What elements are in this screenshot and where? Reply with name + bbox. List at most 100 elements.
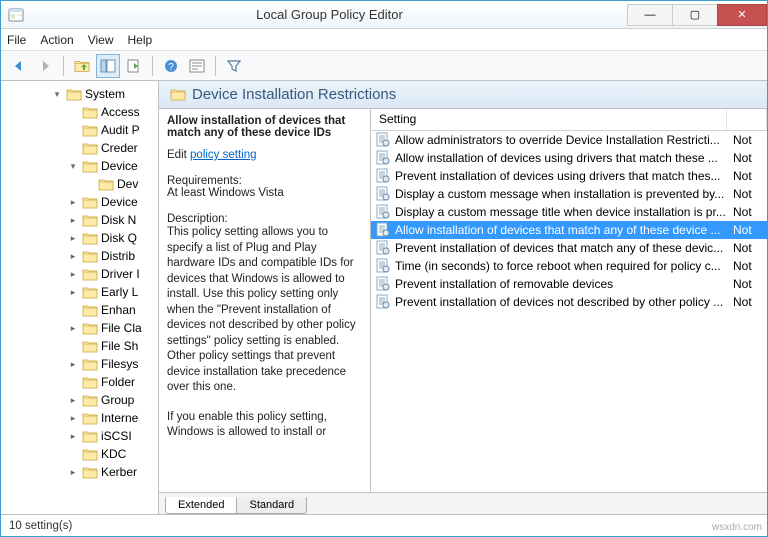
setting-row[interactable]: Allow installation of devices using driv… xyxy=(371,149,767,167)
tab-standard[interactable]: Standard xyxy=(236,497,307,514)
back-button[interactable] xyxy=(7,54,31,78)
setting-state: Not xyxy=(733,277,767,291)
tree-item[interactable]: ▾System xyxy=(1,85,158,103)
settings-list-pane: Setting Allow administrators to override… xyxy=(371,109,767,492)
setting-state: Not xyxy=(733,205,767,219)
tree-item[interactable]: Creder xyxy=(1,139,158,157)
tree-item[interactable]: Folder xyxy=(1,373,158,391)
expand-icon[interactable]: ▸ xyxy=(67,197,79,208)
expand-icon[interactable]: ▸ xyxy=(67,395,79,406)
folder-icon xyxy=(82,376,98,389)
tree-item[interactable]: ▸Interne xyxy=(1,409,158,427)
tree-item-label: Driver I xyxy=(101,267,140,281)
help-button[interactable]: ? xyxy=(159,54,183,78)
show-hide-tree-button[interactable] xyxy=(96,54,120,78)
menu-help[interactable]: Help xyxy=(128,33,153,47)
menu-file[interactable]: File xyxy=(7,33,26,47)
tree-item-label: Distrib xyxy=(101,249,135,263)
status-text: 10 setting(s) xyxy=(9,520,72,532)
expand-icon[interactable]: ▸ xyxy=(67,215,79,226)
tree-item[interactable]: ▸iSCSI xyxy=(1,427,158,445)
folder-icon xyxy=(98,178,114,191)
tree-item[interactable]: Access xyxy=(1,103,158,121)
policy-icon xyxy=(375,150,391,166)
tree-item[interactable]: ▾Device xyxy=(1,157,158,175)
filter-button[interactable] xyxy=(222,54,246,78)
tree-item-label: Group xyxy=(101,393,134,407)
setting-row[interactable]: Prevent installation of devices using dr… xyxy=(371,167,767,185)
tree-item[interactable]: ▸Kerber xyxy=(1,463,158,481)
folder-icon xyxy=(82,214,98,227)
setting-label: Allow installation of devices that match… xyxy=(395,223,733,237)
tree-item[interactable]: ▸File Cla xyxy=(1,319,158,337)
tree-item[interactable]: Dev xyxy=(1,175,158,193)
menu-action[interactable]: Action xyxy=(40,33,73,47)
expand-icon[interactable]: ▸ xyxy=(67,413,79,424)
tree-item[interactable]: Enhan xyxy=(1,301,158,319)
up-button[interactable] xyxy=(70,54,94,78)
setting-label: Prevent installation of devices that mat… xyxy=(395,241,733,255)
properties-button[interactable] xyxy=(185,54,209,78)
setting-state: Not xyxy=(733,259,767,273)
tree-item-label: Early L xyxy=(101,285,138,299)
tree-item[interactable]: ▸ Driver I xyxy=(1,265,158,283)
edit-policy-link[interactable]: policy setting xyxy=(190,149,256,161)
folder-icon xyxy=(66,88,82,101)
expand-icon[interactable]: ▸ xyxy=(67,359,79,370)
tree-item[interactable]: ▸Device xyxy=(1,193,158,211)
close-button[interactable]: ✕ xyxy=(717,4,767,26)
expand-icon[interactable]: ▸ xyxy=(67,233,79,244)
expand-icon[interactable]: ▸ xyxy=(67,251,79,262)
forward-button[interactable] xyxy=(33,54,57,78)
content-title: Device Installation Restrictions xyxy=(192,86,396,103)
policy-icon xyxy=(375,204,391,220)
setting-row[interactable]: Display a custom message title when devi… xyxy=(371,203,767,221)
setting-row[interactable]: Display a custom message when installati… xyxy=(371,185,767,203)
tree-item-label: File Sh xyxy=(101,339,138,353)
setting-label: Prevent installation of removable device… xyxy=(395,277,733,291)
column-state[interactable] xyxy=(727,109,767,130)
folder-icon xyxy=(82,232,98,245)
setting-label: Allow installation of devices using driv… xyxy=(395,151,733,165)
column-headers[interactable]: Setting xyxy=(371,109,767,131)
setting-row[interactable]: Time (in seconds) to force reboot when r… xyxy=(371,257,767,275)
setting-label: Display a custom message when installati… xyxy=(395,187,733,201)
tree-item[interactable]: File Sh xyxy=(1,337,158,355)
expand-icon[interactable]: ▸ xyxy=(67,269,79,280)
tree-item[interactable]: ▸ Group xyxy=(1,391,158,409)
tab-extended[interactable]: Extended xyxy=(165,497,237,514)
expand-icon[interactable]: ▸ xyxy=(67,323,79,334)
setting-label: Time (in seconds) to force reboot when r… xyxy=(395,259,733,273)
tree-item[interactable]: ▸Filesys xyxy=(1,355,158,373)
setting-row[interactable]: Allow administrators to override Device … xyxy=(371,131,767,149)
folder-icon xyxy=(82,106,98,119)
menu-view[interactable]: View xyxy=(88,33,114,47)
setting-row[interactable]: Prevent installation of devices not desc… xyxy=(371,293,767,311)
tree-item[interactable]: ▸Disk Q xyxy=(1,229,158,247)
folder-icon xyxy=(82,196,98,209)
expand-icon[interactable]: ▸ xyxy=(67,431,79,442)
tree-pane[interactable]: ▾SystemAccessAudit PCreder▾DeviceDev▸Dev… xyxy=(1,81,159,514)
export-button[interactable] xyxy=(122,54,146,78)
maximize-button[interactable]: ▢ xyxy=(672,4,718,26)
folder-icon xyxy=(82,124,98,137)
expand-icon[interactable]: ▸ xyxy=(67,467,79,478)
policy-icon xyxy=(375,186,391,202)
tree-item[interactable]: ▸Disk N xyxy=(1,211,158,229)
policy-icon xyxy=(375,132,391,148)
setting-row[interactable]: Prevent installation of removable device… xyxy=(371,275,767,293)
setting-row[interactable]: Prevent installation of devices that mat… xyxy=(371,239,767,257)
expand-icon[interactable]: ▾ xyxy=(67,161,79,172)
minimize-button[interactable]: — xyxy=(627,4,673,26)
tree-item[interactable]: ▸ Early L xyxy=(1,283,158,301)
expand-icon[interactable]: ▸ xyxy=(67,287,79,298)
setting-row[interactable]: Allow installation of devices that match… xyxy=(371,221,767,239)
content-header: Device Installation Restrictions xyxy=(159,81,767,109)
expand-icon[interactable]: ▾ xyxy=(51,89,63,100)
description-pane: Allow installation of devices thatmatch … xyxy=(159,109,371,492)
tree-item[interactable]: Audit P xyxy=(1,121,158,139)
column-setting[interactable]: Setting xyxy=(371,109,727,130)
tree-item[interactable]: ▸ Distrib xyxy=(1,247,158,265)
tree-item[interactable]: KDC xyxy=(1,445,158,463)
policy-icon xyxy=(375,222,391,238)
